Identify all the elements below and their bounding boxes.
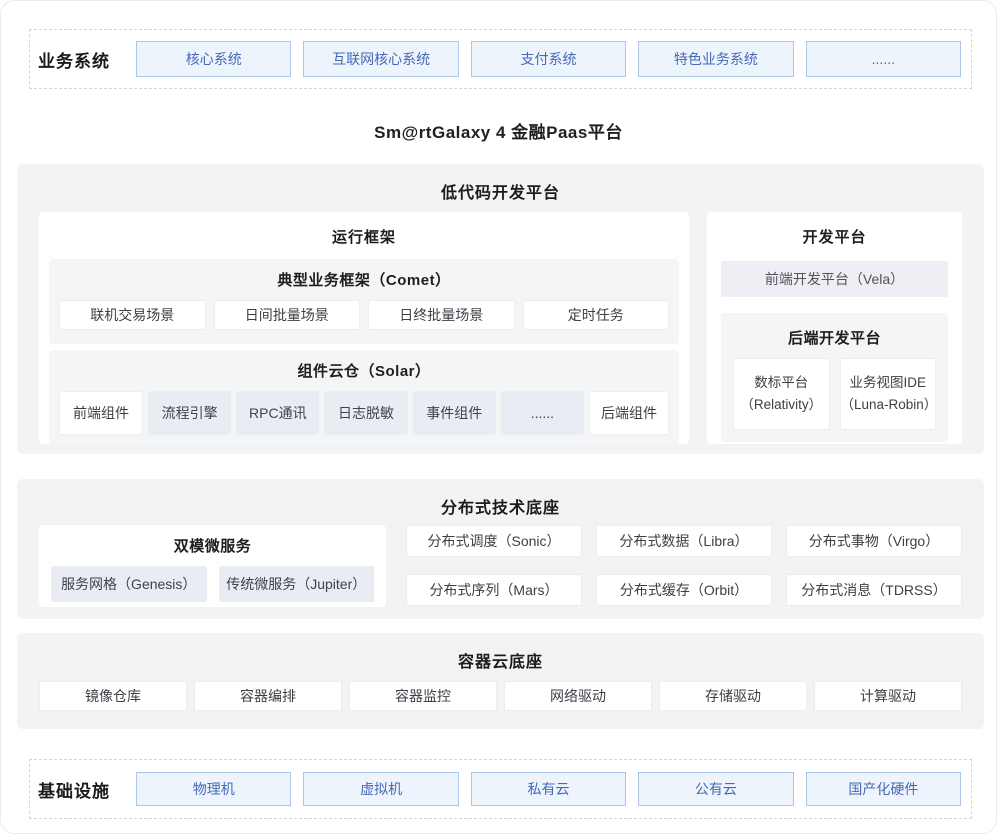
- lowcode-section: 低代码开发平台 运行框架 典型业务框架（Comet） 联机交易场景 日间批量场景…: [17, 164, 984, 454]
- business-system-chip: 互联网核心系统: [303, 41, 458, 77]
- solar-front-chip: 前端组件: [59, 391, 143, 435]
- container-cloud-section: 容器云底座 镜像仓库 容器编排 容器监控 网络驱动 存储驱动 计算驱动: [17, 633, 984, 729]
- backend-dev-chip: 业务视图IDE （Luna-Robin）: [840, 358, 937, 430]
- business-system-chip: 核心系统: [136, 41, 291, 77]
- solar-chip: ......: [501, 391, 584, 435]
- backend-chip-line1: 业务视图IDE: [849, 372, 926, 394]
- backend-dev-items: 数标平台 （Relativity） 业务视图IDE （Luna-Robin）: [733, 358, 936, 430]
- solar-back-chip: 后端组件: [589, 391, 669, 435]
- infrastructure-chip: 公有云: [638, 772, 793, 806]
- infrastructure-items: 物理机 虚拟机 私有云 公有云 国产化硬件: [136, 772, 961, 806]
- backend-dev-chip: 数标平台 （Relativity）: [733, 358, 830, 430]
- lowcode-section-title: 低代码开发平台: [17, 164, 984, 203]
- comet-title: 典型业务框架（Comet）: [59, 267, 669, 300]
- backend-dev-panel: 后端开发平台 数标平台 （Relativity） 业务视图IDE （Luna-R…: [721, 313, 948, 442]
- distributed-chip: 分布式缓存（Orbit）: [596, 574, 772, 606]
- solar-title: 组件云仓（Solar）: [59, 358, 669, 391]
- backend-chip-line2: （Relativity）: [740, 394, 822, 416]
- infrastructure-chip: 私有云: [471, 772, 626, 806]
- solar-chip: RPC通讯: [236, 391, 319, 435]
- distributed-chip: 分布式序列（Mars）: [406, 574, 582, 606]
- backend-chip-line1: 数标平台: [754, 372, 808, 394]
- solar-chip: 日志脱敏: [324, 391, 407, 435]
- architecture-diagram: 业务系统 核心系统 互联网核心系统 支付系统 特色业务系统 ...... Sm@…: [0, 0, 997, 834]
- container-cloud-items: 镜像仓库 容器编排 容器监控 网络驱动 存储驱动 计算驱动: [39, 681, 962, 711]
- dual-mode-panel: 双模微服务 服务网格（Genesis） 传统微服务（Jupiter）: [39, 525, 386, 607]
- dev-platform-panel: 开发平台 前端开发平台（Vela） 后端开发平台 数标平台 （Relativit…: [707, 212, 962, 444]
- business-systems-bar: 业务系统 核心系统 互联网核心系统 支付系统 特色业务系统 ......: [29, 29, 972, 89]
- solar-panel: 组件云仓（Solar） 前端组件 流程引擎 RPC通讯 日志脱敏 事件组件 ..…: [49, 350, 679, 445]
- business-systems-label: 业务系统: [38, 47, 110, 72]
- distributed-chip: 分布式事物（Virgo）: [786, 525, 962, 557]
- runtime-framework-panel: 运行框架 典型业务框架（Comet） 联机交易场景 日间批量场景 日终批量场景 …: [39, 212, 689, 444]
- solar-chip: 流程引擎: [148, 391, 231, 435]
- comet-items: 联机交易场景 日间批量场景 日终批量场景 定时任务: [59, 300, 669, 330]
- dual-mode-title: 双模微服务: [51, 533, 374, 566]
- distributed-grid: 分布式调度（Sonic） 分布式数据（Libra） 分布式事物（Virgo） 分…: [406, 525, 962, 607]
- distributed-columns: 双模微服务 服务网格（Genesis） 传统微服务（Jupiter） 分布式调度…: [39, 525, 962, 607]
- comet-chip: 日终批量场景: [368, 300, 515, 330]
- runtime-framework-title: 运行框架: [39, 212, 689, 259]
- distributed-section: 分布式技术底座 双模微服务 服务网格（Genesis） 传统微服务（Jupite…: [17, 479, 984, 619]
- business-system-chip: ......: [806, 41, 961, 77]
- container-cloud-title: 容器云底座: [17, 633, 984, 672]
- container-cloud-chip: 容器监控: [349, 681, 497, 711]
- business-system-chip: 支付系统: [471, 41, 626, 77]
- dual-mode-chip: 服务网格（Genesis）: [51, 566, 207, 602]
- container-cloud-chip: 镜像仓库: [39, 681, 187, 711]
- comet-panel: 典型业务框架（Comet） 联机交易场景 日间批量场景 日终批量场景 定时任务: [49, 259, 679, 344]
- distributed-chip: 分布式数据（Libra）: [596, 525, 772, 557]
- comet-chip: 日间批量场景: [214, 300, 361, 330]
- container-cloud-chip: 存储驱动: [659, 681, 807, 711]
- container-cloud-chip: 网络驱动: [504, 681, 652, 711]
- distributed-chip: 分布式消息（TDRSS）: [786, 574, 962, 606]
- distributed-section-title: 分布式技术底座: [17, 479, 984, 518]
- distributed-chip: 分布式调度（Sonic）: [406, 525, 582, 557]
- container-cloud-chip: 容器编排: [194, 681, 342, 711]
- infrastructure-chip: 物理机: [136, 772, 291, 806]
- backend-dev-title: 后端开发平台: [733, 325, 936, 358]
- comet-chip: 定时任务: [523, 300, 670, 330]
- platform-title: Sm@rtGalaxy 4 金融Paas平台: [1, 118, 996, 143]
- dual-mode-chip: 传统微服务（Jupiter）: [219, 566, 375, 602]
- container-cloud-chip: 计算驱动: [814, 681, 962, 711]
- dev-platform-title: 开发平台: [707, 212, 962, 259]
- infrastructure-chip: 国产化硬件: [806, 772, 961, 806]
- dual-mode-items: 服务网格（Genesis） 传统微服务（Jupiter）: [51, 566, 374, 602]
- business-systems-items: 核心系统 互联网核心系统 支付系统 特色业务系统 ......: [136, 41, 961, 77]
- solar-chip: 事件组件: [413, 391, 496, 435]
- frontend-dev-platform-chip: 前端开发平台（Vela）: [721, 261, 948, 297]
- infrastructure-bar: 基础设施 物理机 虚拟机 私有云 公有云 国产化硬件: [29, 759, 972, 819]
- solar-items: 前端组件 流程引擎 RPC通讯 日志脱敏 事件组件 ...... 后端组件: [59, 391, 669, 435]
- lowcode-columns: 运行框架 典型业务框架（Comet） 联机交易场景 日间批量场景 日终批量场景 …: [39, 212, 962, 444]
- comet-chip: 联机交易场景: [59, 300, 206, 330]
- backend-chip-line2: （Luna-Robin）: [841, 394, 936, 416]
- business-system-chip: 特色业务系统: [638, 41, 793, 77]
- infrastructure-chip: 虚拟机: [303, 772, 458, 806]
- infrastructure-label: 基础设施: [38, 777, 110, 802]
